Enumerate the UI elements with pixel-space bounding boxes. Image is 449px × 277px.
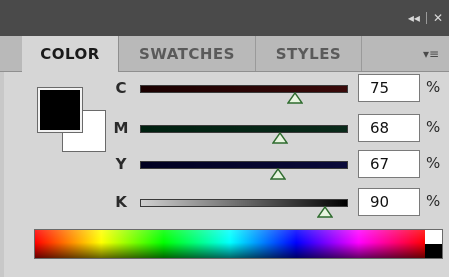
- panel-menu-icon: ▾≡: [422, 47, 440, 61]
- channel-label: Y: [115, 155, 127, 173]
- channel-value-input[interactable]: 67: [358, 150, 420, 178]
- title-bar-controls: ◂◂ ✕: [408, 10, 443, 26]
- channel-value-input[interactable]: 75: [358, 74, 420, 102]
- slider-thumb-icon[interactable]: [270, 168, 287, 180]
- channel-value-input[interactable]: 90: [358, 188, 420, 216]
- white-swatch[interactable]: [425, 230, 442, 244]
- percent-unit-label: %: [426, 154, 441, 172]
- foreground-color-swatch[interactable]: [37, 87, 83, 133]
- channel-slider-track[interactable]: [140, 85, 348, 93]
- slider-thumb-icon[interactable]: [286, 92, 303, 104]
- channel-row-k: K 90%: [0, 188, 449, 218]
- channel-label: M: [113, 119, 129, 137]
- slider-thumb-icon[interactable]: [272, 132, 289, 144]
- tab-styles[interactable]: STYLES: [256, 36, 362, 71]
- tab-swatches[interactable]: SWATCHES: [119, 36, 256, 71]
- black-swatch[interactable]: [425, 244, 442, 258]
- slider-thumb-icon[interactable]: [317, 206, 334, 218]
- channel-row-y: Y 67%: [0, 150, 449, 180]
- channel-label: K: [115, 193, 127, 211]
- percent-unit-label: %: [426, 118, 441, 136]
- channel-label: C: [115, 79, 127, 97]
- channel-slider-track[interactable]: [140, 125, 348, 133]
- channel-value-input[interactable]: 68: [358, 114, 420, 142]
- color-panel: ◂◂ ✕ COLOR SWATCHES STYLES ▾≡ C 75% M 68% Y 6…: [0, 0, 449, 277]
- percent-unit-label: %: [426, 192, 441, 210]
- channel-slider-track[interactable]: [140, 161, 348, 169]
- panel-menu-button[interactable]: ▾≡: [419, 45, 443, 63]
- collapse-icon[interactable]: ◂◂: [408, 11, 420, 25]
- panel-tab-bar: COLOR SWATCHES STYLES: [0, 36, 449, 72]
- color-spectrum-bar[interactable]: [34, 229, 426, 259]
- close-icon[interactable]: ✕: [433, 11, 443, 25]
- tab-color[interactable]: COLOR: [22, 36, 119, 72]
- percent-unit-label: %: [426, 78, 441, 96]
- panel-title-bar[interactable]: ◂◂ ✕: [0, 0, 449, 37]
- black-white-ramp[interactable]: [425, 229, 443, 259]
- title-bar-divider: [425, 12, 427, 24]
